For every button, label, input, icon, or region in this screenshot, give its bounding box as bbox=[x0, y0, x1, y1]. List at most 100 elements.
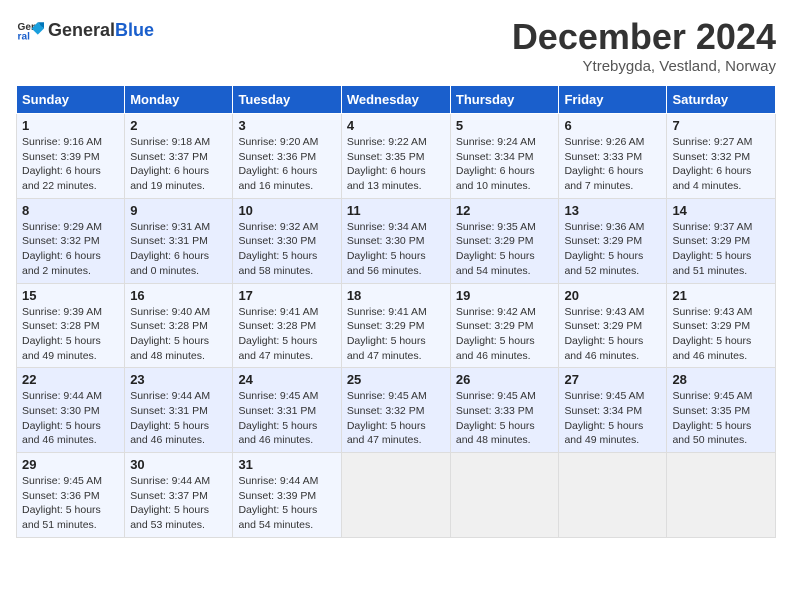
weekday-header-cell: Saturday bbox=[667, 86, 776, 114]
day-number: 8 bbox=[22, 203, 119, 218]
day-number: 31 bbox=[238, 457, 335, 472]
day-number: 1 bbox=[22, 118, 119, 133]
calendar-cell: 31 Sunrise: 9:44 AMSunset: 3:39 PMDayligh… bbox=[233, 453, 341, 538]
day-info: Sunrise: 9:44 AMSunset: 3:37 PMDaylight:… bbox=[130, 474, 227, 533]
calendar-cell: 21Sunrise: 9:43 AMSunset: 3:29 PMDayligh… bbox=[667, 283, 776, 368]
day-number: 7 bbox=[672, 118, 770, 133]
day-info: Sunrise: 9:45 AMSunset: 3:31 PMDaylight:… bbox=[238, 389, 335, 448]
logo: Gene ral GeneralBlue bbox=[16, 16, 154, 44]
day-info: Sunrise: 9:45 AMSunset: 3:32 PMDaylight:… bbox=[347, 389, 445, 448]
calendar-cell bbox=[450, 453, 559, 538]
calendar-week-row: 8Sunrise: 9:29 AMSunset: 3:32 PMDaylight… bbox=[17, 198, 776, 283]
weekday-header-cell: Friday bbox=[559, 86, 667, 114]
calendar-cell: 9 Sunrise: 9:31 AMSunset: 3:31 PMDaylight… bbox=[125, 198, 233, 283]
day-number: 23 bbox=[130, 372, 227, 387]
day-info: Sunrise: 9:43 AMSunset: 3:29 PMDaylight:… bbox=[672, 305, 770, 364]
calendar-cell: 5Sunrise: 9:24 AMSunset: 3:34 PMDaylight… bbox=[450, 114, 559, 199]
day-number: 16 bbox=[130, 288, 227, 303]
day-info: Sunrise: 9:27 AMSunset: 3:32 PMDaylight:… bbox=[672, 135, 770, 194]
calendar-cell: 26 Sunrise: 9:45 AMSunset: 3:33 PMDayligh… bbox=[450, 368, 559, 453]
calendar-week-row: 1 Sunrise: 9:16 AMSunset: 3:39 PMDaylight… bbox=[17, 114, 776, 199]
day-info: Sunrise: 9:42 AMSunset: 3:29 PMDaylight:… bbox=[456, 305, 554, 364]
day-info: Sunrise: 9:41 AMSunset: 3:29 PMDaylight:… bbox=[347, 305, 445, 364]
calendar-cell: 22 Sunrise: 9:44 AMSunset: 3:30 PMDayligh… bbox=[17, 368, 125, 453]
day-number: 17 bbox=[238, 288, 335, 303]
day-number: 26 bbox=[456, 372, 554, 387]
weekday-header-cell: Wednesday bbox=[341, 86, 450, 114]
header-area: Gene ral GeneralBlue December 2024 Ytreb… bbox=[16, 16, 776, 75]
day-info: Sunrise: 9:44 AMSunset: 3:39 PMDaylight:… bbox=[238, 474, 335, 533]
day-info: Sunrise: 9:22 AMSunset: 3:35 PMDaylight:… bbox=[347, 135, 445, 194]
day-number: 9 bbox=[130, 203, 227, 218]
calendar-week-row: 22 Sunrise: 9:44 AMSunset: 3:30 PMDayligh… bbox=[17, 368, 776, 453]
calendar-cell bbox=[341, 453, 450, 538]
month-title: December 2024 bbox=[512, 16, 776, 58]
day-info: Sunrise: 9:26 AMSunset: 3:33 PMDaylight:… bbox=[564, 135, 661, 194]
day-info: Sunrise: 9:45 AMSunset: 3:34 PMDaylight:… bbox=[564, 389, 661, 448]
logo-text-general: General bbox=[48, 20, 115, 41]
logo-text-blue: Blue bbox=[115, 20, 154, 41]
day-number: 4 bbox=[347, 118, 445, 133]
day-number: 19 bbox=[456, 288, 554, 303]
day-number: 5 bbox=[456, 118, 554, 133]
day-number: 28 bbox=[672, 372, 770, 387]
calendar-cell bbox=[559, 453, 667, 538]
day-number: 24 bbox=[238, 372, 335, 387]
day-info: Sunrise: 9:45 AMSunset: 3:36 PMDaylight:… bbox=[22, 474, 119, 533]
calendar-cell: 14Sunrise: 9:37 AMSunset: 3:29 PMDayligh… bbox=[667, 198, 776, 283]
day-number: 18 bbox=[347, 288, 445, 303]
day-info: Sunrise: 9:35 AMSunset: 3:29 PMDaylight:… bbox=[456, 220, 554, 279]
calendar-cell: 1 Sunrise: 9:16 AMSunset: 3:39 PMDaylight… bbox=[17, 114, 125, 199]
day-number: 3 bbox=[238, 118, 335, 133]
calendar-cell: 8Sunrise: 9:29 AMSunset: 3:32 PMDaylight… bbox=[17, 198, 125, 283]
day-info: Sunrise: 9:18 AMSunset: 3:37 PMDaylight:… bbox=[130, 135, 227, 194]
calendar-cell: 11 Sunrise: 9:34 AMSunset: 3:30 PMDayligh… bbox=[341, 198, 450, 283]
calendar-cell: 23 Sunrise: 9:44 AMSunset: 3:31 PMDayligh… bbox=[125, 368, 233, 453]
calendar-week-row: 15 Sunrise: 9:39 AMSunset: 3:28 PMDayligh… bbox=[17, 283, 776, 368]
day-info: Sunrise: 9:39 AMSunset: 3:28 PMDaylight:… bbox=[22, 305, 119, 364]
day-info: Sunrise: 9:37 AMSunset: 3:29 PMDaylight:… bbox=[672, 220, 770, 279]
day-number: 27 bbox=[564, 372, 661, 387]
calendar-body: 1 Sunrise: 9:16 AMSunset: 3:39 PMDaylight… bbox=[17, 114, 776, 538]
day-number: 11 bbox=[347, 203, 445, 218]
day-number: 15 bbox=[22, 288, 119, 303]
day-number: 29 bbox=[22, 457, 119, 472]
calendar-cell: 12 Sunrise: 9:35 AMSunset: 3:29 PMDayligh… bbox=[450, 198, 559, 283]
calendar-cell: 28Sunrise: 9:45 AMSunset: 3:35 PMDayligh… bbox=[667, 368, 776, 453]
day-number: 13 bbox=[564, 203, 661, 218]
day-number: 6 bbox=[564, 118, 661, 133]
day-number: 20 bbox=[564, 288, 661, 303]
day-info: Sunrise: 9:34 AMSunset: 3:30 PMDaylight:… bbox=[347, 220, 445, 279]
day-number: 22 bbox=[22, 372, 119, 387]
day-number: 25 bbox=[347, 372, 445, 387]
calendar-cell: 15 Sunrise: 9:39 AMSunset: 3:28 PMDayligh… bbox=[17, 283, 125, 368]
day-info: Sunrise: 9:41 AMSunset: 3:28 PMDaylight:… bbox=[238, 305, 335, 364]
calendar-cell: 25 Sunrise: 9:45 AMSunset: 3:32 PMDayligh… bbox=[341, 368, 450, 453]
weekday-header-cell: Thursday bbox=[450, 86, 559, 114]
weekday-header-cell: Sunday bbox=[17, 86, 125, 114]
day-info: Sunrise: 9:31 AMSunset: 3:31 PMDaylight:… bbox=[130, 220, 227, 279]
weekday-header-cell: Tuesday bbox=[233, 86, 341, 114]
weekday-header-cell: Monday bbox=[125, 86, 233, 114]
day-info: Sunrise: 9:43 AMSunset: 3:29 PMDaylight:… bbox=[564, 305, 661, 364]
calendar-cell: 24 Sunrise: 9:45 AMSunset: 3:31 PMDayligh… bbox=[233, 368, 341, 453]
day-number: 2 bbox=[130, 118, 227, 133]
day-info: Sunrise: 9:44 AMSunset: 3:31 PMDaylight:… bbox=[130, 389, 227, 448]
calendar-cell: 6 Sunrise: 9:26 AMSunset: 3:33 PMDaylight… bbox=[559, 114, 667, 199]
day-info: Sunrise: 9:40 AMSunset: 3:28 PMDaylight:… bbox=[130, 305, 227, 364]
day-info: Sunrise: 9:45 AMSunset: 3:33 PMDaylight:… bbox=[456, 389, 554, 448]
day-number: 12 bbox=[456, 203, 554, 218]
day-info: Sunrise: 9:20 AMSunset: 3:36 PMDaylight:… bbox=[238, 135, 335, 194]
day-info: Sunrise: 9:36 AMSunset: 3:29 PMDaylight:… bbox=[564, 220, 661, 279]
calendar-cell: 7 Sunrise: 9:27 AMSunset: 3:32 PMDaylight… bbox=[667, 114, 776, 199]
calendar-cell bbox=[667, 453, 776, 538]
calendar-cell: 30Sunrise: 9:44 AMSunset: 3:37 PMDayligh… bbox=[125, 453, 233, 538]
svg-text:ral: ral bbox=[18, 31, 31, 42]
calendar-cell: 29 Sunrise: 9:45 AMSunset: 3:36 PMDayligh… bbox=[17, 453, 125, 538]
calendar-table: SundayMondayTuesdayWednesdayThursdayFrid… bbox=[16, 85, 776, 538]
logo-icon: Gene ral bbox=[16, 16, 44, 44]
day-info: Sunrise: 9:16 AMSunset: 3:39 PMDaylight:… bbox=[22, 135, 119, 194]
calendar-cell: 27 Sunrise: 9:45 AMSunset: 3:34 PMDayligh… bbox=[559, 368, 667, 453]
day-number: 10 bbox=[238, 203, 335, 218]
day-info: Sunrise: 9:44 AMSunset: 3:30 PMDaylight:… bbox=[22, 389, 119, 448]
